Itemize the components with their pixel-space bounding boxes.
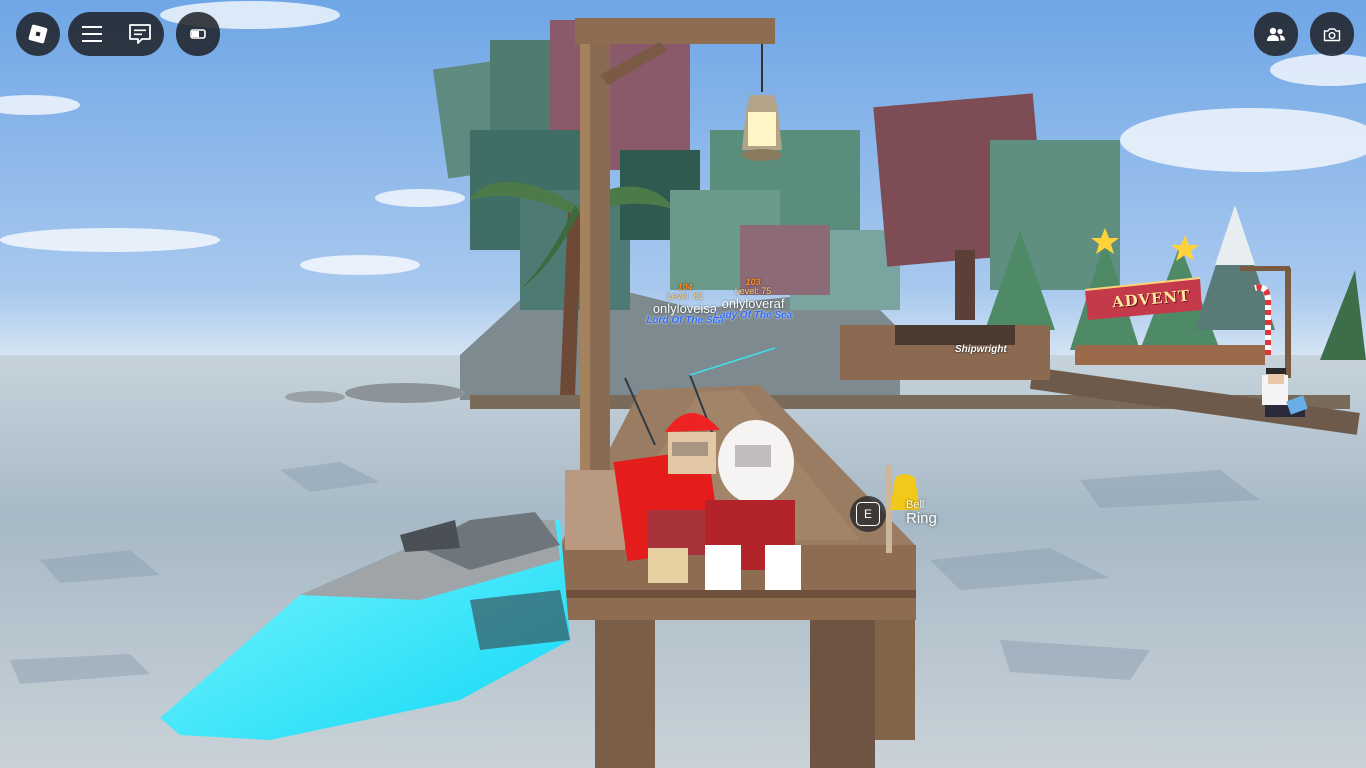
hamburger-menu-icon xyxy=(81,26,102,42)
interact-object-name: Bell xyxy=(906,499,925,511)
player-2-title: Lady Of The Sea xyxy=(713,309,793,321)
game-viewport[interactable] xyxy=(0,0,1366,768)
player-nametag-2: 103 Level: 75 onlyloveraf Lady Of The Se… xyxy=(708,277,798,321)
interact-key-button[interactable]: E xyxy=(850,496,886,532)
roblox-menu-button[interactable] xyxy=(16,12,60,56)
players-button[interactable] xyxy=(1254,12,1298,56)
chat-bubble-icon xyxy=(128,24,151,44)
backpack-toggle-icon xyxy=(190,29,206,39)
chat-button[interactable] xyxy=(122,17,158,51)
people-icon xyxy=(1267,27,1285,41)
interact-key-label: E xyxy=(856,502,880,526)
interact-action-name: Ring xyxy=(906,510,937,528)
player-2-name: onlyloveraf xyxy=(721,295,785,311)
capture-button[interactable] xyxy=(1310,12,1354,56)
interact-prompt-text: Bell Ring xyxy=(906,499,937,528)
backpack-toggle-button[interactable] xyxy=(176,12,220,56)
camera-icon xyxy=(1323,27,1341,41)
menu-chat-group xyxy=(68,12,164,56)
hanging-lantern xyxy=(742,44,782,161)
menu-button[interactable] xyxy=(75,19,109,49)
tree-canopy-right xyxy=(873,93,1120,320)
shipwright-sign: Shipwright xyxy=(955,344,1007,355)
roblox-logo-icon xyxy=(28,24,48,44)
